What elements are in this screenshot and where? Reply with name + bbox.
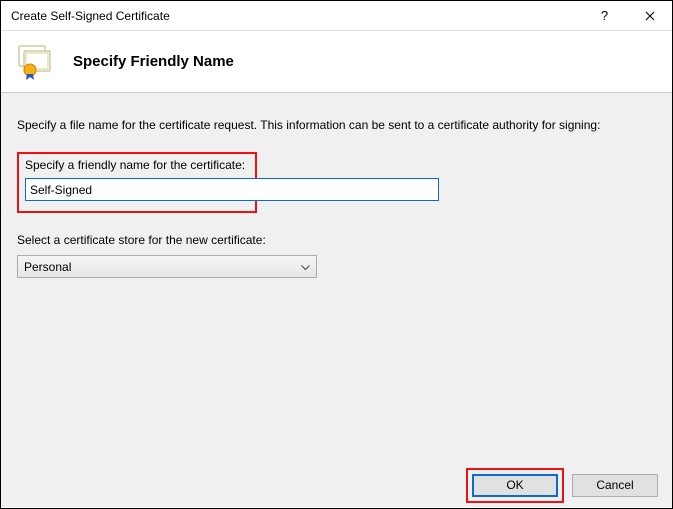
friendly-name-input[interactable]	[25, 178, 439, 201]
dialog-content: Specify a file name for the certificate …	[1, 93, 672, 463]
certificate-store-select[interactable]: Personal	[17, 255, 317, 278]
page-title: Specify Friendly Name	[73, 53, 234, 70]
window-title: Create Self-Signed Certificate	[11, 9, 582, 23]
chevron-down-icon	[301, 260, 310, 274]
dialog-header: Specify Friendly Name	[1, 31, 672, 93]
certificate-icon	[15, 42, 55, 82]
close-button[interactable]	[627, 1, 672, 31]
dialog-footer: OK Cancel	[1, 463, 672, 507]
close-icon	[645, 11, 655, 21]
friendly-name-highlight: Specify a friendly name for the certific…	[17, 152, 257, 213]
certificate-store-value: Personal	[24, 260, 71, 274]
title-bar: Create Self-Signed Certificate ?	[1, 1, 672, 31]
ok-button[interactable]: OK	[472, 474, 558, 497]
description-text: Specify a file name for the certificate …	[17, 117, 637, 134]
cancel-button[interactable]: Cancel	[572, 474, 658, 497]
certificate-store-label: Select a certificate store for the new c…	[17, 233, 656, 247]
friendly-name-label: Specify a friendly name for the certific…	[25, 158, 249, 172]
ok-button-highlight: OK	[466, 468, 564, 503]
help-button[interactable]: ?	[582, 1, 627, 31]
